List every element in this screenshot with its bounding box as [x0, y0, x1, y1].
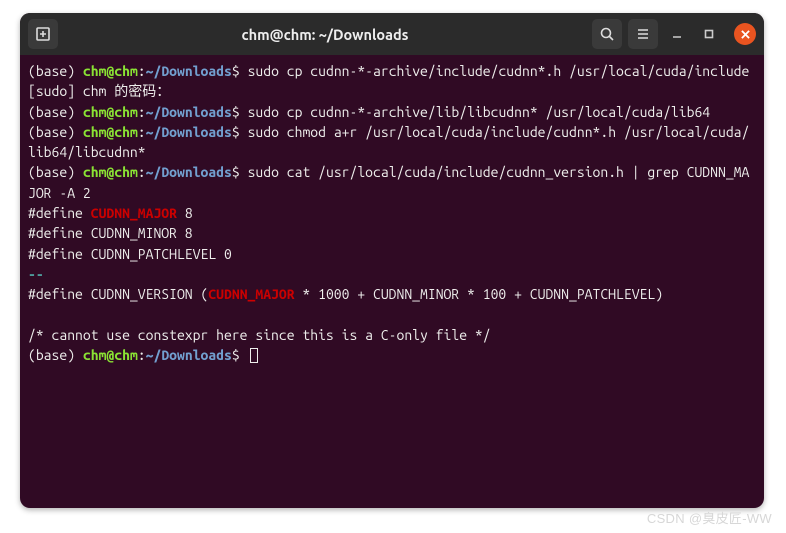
prompt-dollar: $: [232, 347, 248, 363]
terminal-body[interactable]: (base) chm@chm:~/Downloads$ sudo cp cudn…: [20, 55, 764, 371]
sudo-password-prompt: [sudo] chm 的密码：: [28, 83, 170, 99]
prompt-host: chm: [114, 347, 138, 363]
prompt-host: chm: [114, 164, 138, 180]
terminal-window: chm@chm: ~/Downloads (base) chm@chm:~/Do…: [20, 13, 764, 508]
command-2: sudo cp cudnn-*-archive/lib/libcudnn* /u…: [248, 104, 711, 120]
minimize-button[interactable]: [664, 21, 690, 47]
prompt-host: chm: [114, 124, 138, 140]
output-major-val: 8: [177, 205, 193, 221]
watermark: CSDN @臭皮匠-WW: [647, 508, 772, 527]
command-1: sudo cp cudnn-*-archive/include/cudnn*.h…: [248, 63, 750, 79]
prompt-path: ~/Downloads: [146, 164, 232, 180]
prompt-user: chm: [83, 124, 107, 140]
prompt-host: chm: [114, 63, 138, 79]
output-version-post: * 1000 + CUDNN_MINOR * 100 + CUDNN_PATCH…: [295, 286, 663, 302]
output-comment: /* cannot use constexpr here since this …: [28, 327, 491, 343]
output-patch: #define CUDNN_PATCHLEVEL 0: [28, 246, 232, 262]
prompt-colon: :: [138, 63, 146, 79]
output-minor: #define CUDNN_MINOR 8: [28, 225, 193, 241]
output-version-major: CUDNN_MAJOR: [208, 286, 294, 302]
cursor: [250, 348, 258, 363]
prompt-env: (base): [28, 63, 83, 79]
prompt-env: (base): [28, 104, 83, 120]
hamburger-icon: [635, 26, 651, 42]
prompt-env: (base): [28, 124, 83, 140]
prompt-path: ~/Downloads: [146, 63, 232, 79]
prompt-user: chm: [83, 347, 107, 363]
prompt-path: ~/Downloads: [146, 347, 232, 363]
prompt-dollar: $: [232, 124, 248, 140]
prompt-env: (base): [28, 164, 83, 180]
search-icon: [599, 26, 615, 42]
titlebar: chm@chm: ~/Downloads: [20, 13, 764, 55]
output-define-prefix: #define: [28, 205, 91, 221]
prompt-dollar: $: [232, 104, 248, 120]
search-button[interactable]: [592, 19, 622, 49]
output-version-pre: #define CUDNN_VERSION (: [28, 286, 208, 302]
prompt-dollar: $: [232, 164, 248, 180]
prompt-user: chm: [83, 164, 107, 180]
prompt-colon: :: [138, 347, 146, 363]
prompt-dollar: $: [232, 63, 248, 79]
new-tab-button[interactable]: [28, 19, 58, 49]
plus-box-icon: [35, 26, 51, 42]
maximize-button[interactable]: [696, 21, 722, 47]
prompt-path: ~/Downloads: [146, 104, 232, 120]
minimize-icon: [671, 28, 683, 40]
output-major-key: CUDNN_MAJOR: [91, 205, 177, 221]
prompt-colon: :: [138, 124, 146, 140]
prompt-user: chm: [83, 104, 107, 120]
output-separator: --: [28, 266, 44, 282]
prompt-path: ~/Downloads: [146, 124, 232, 140]
prompt-env: (base): [28, 347, 83, 363]
window-title: chm@chm: ~/Downloads: [64, 26, 586, 43]
prompt-colon: :: [138, 164, 146, 180]
menu-button[interactable]: [628, 19, 658, 49]
close-button[interactable]: [734, 23, 756, 45]
maximize-icon: [703, 28, 715, 40]
close-icon: [741, 30, 750, 39]
prompt-user: chm: [83, 63, 107, 79]
prompt-host: chm: [114, 104, 138, 120]
prompt-colon: :: [138, 104, 146, 120]
